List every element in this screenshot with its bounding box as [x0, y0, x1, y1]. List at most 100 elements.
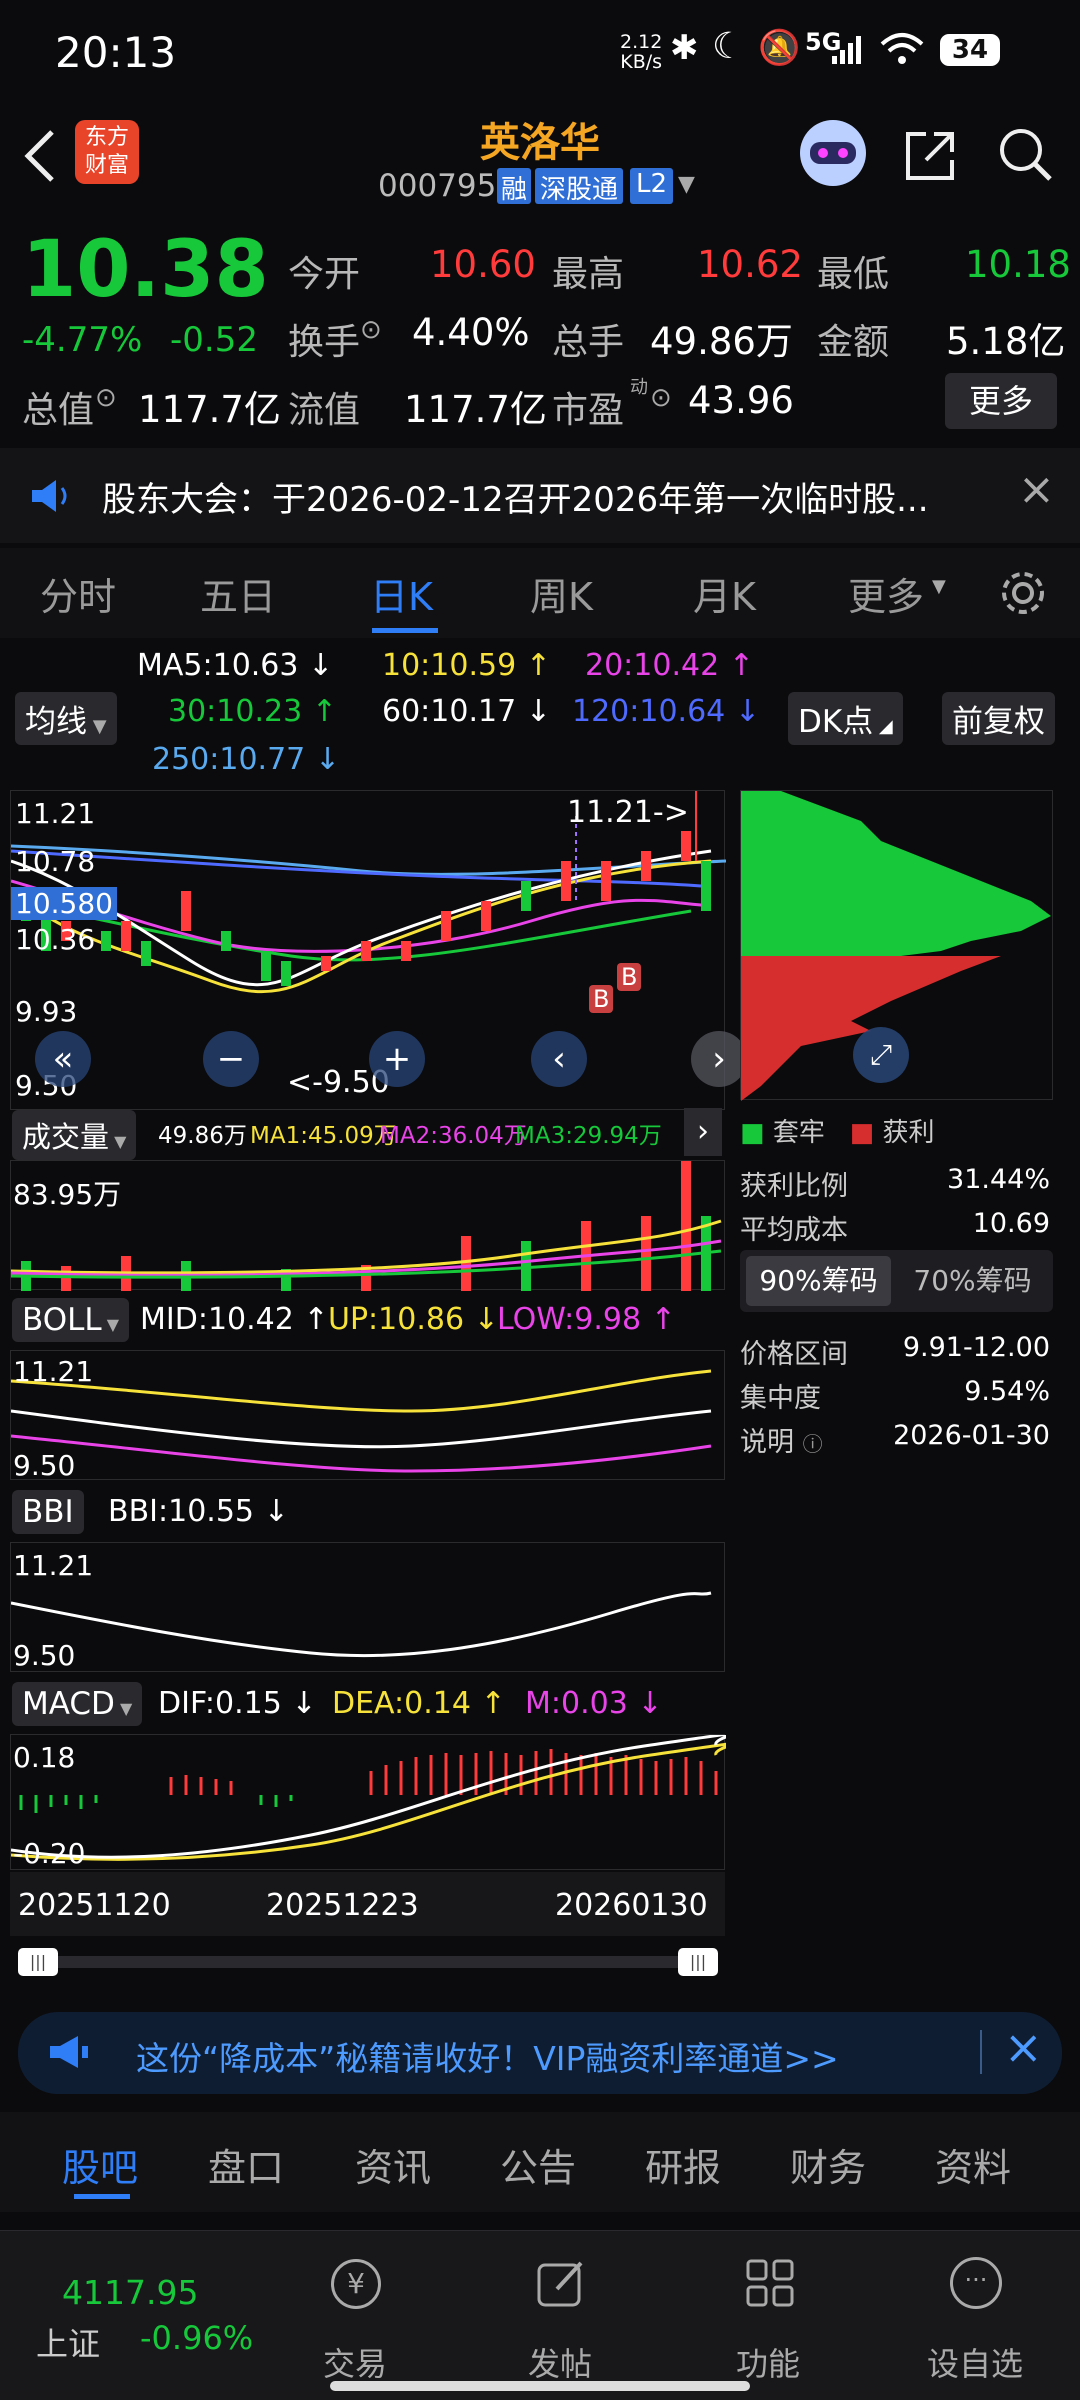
y-axis-mid1: 10.78 [15, 845, 96, 878]
tab-intraday[interactable]: 分时 [40, 566, 116, 621]
close-icon[interactable]: × [1018, 464, 1055, 515]
ma-toggle[interactable]: 均线 ▼ [15, 692, 117, 745]
ma30-label: 30:10.23 ↑ [168, 694, 337, 729]
search-icon[interactable] [995, 124, 1055, 184]
badge-l2[interactable]: L2 [630, 168, 674, 204]
range-slider-track[interactable] [18, 1956, 718, 1968]
mcap-value: 117.7亿 [138, 388, 281, 431]
status-time: 20:13 [55, 28, 177, 77]
expand-icon[interactable]: ⤢ [853, 1027, 909, 1083]
tab-indicator [74, 2194, 130, 2199]
more-dots-icon: ··· [950, 2257, 1002, 2309]
chip-distribution-chart[interactable]: ⤢ [740, 790, 1053, 1101]
bbi-line [11, 1591, 712, 1658]
float-value: 117.7亿 [404, 388, 547, 431]
pan-left-fast-icon[interactable]: « [35, 1031, 91, 1087]
index-change[interactable]: -0.96% [140, 2319, 253, 2357]
range-slider-right-handle[interactable]: ||| [678, 1948, 718, 1976]
pe-value: 43.96 [688, 379, 794, 422]
gear-icon[interactable] [998, 568, 1048, 618]
notice-bar[interactable]: 股东大会：于2026-02-12召开2026年第一次临时股... × [0, 448, 1080, 543]
volume-value: 49.86万 [650, 320, 793, 363]
nav-post[interactable]: 发帖 [500, 2251, 620, 2391]
nav-functions[interactable]: 功能 [708, 2251, 828, 2391]
buy-signal-badge: B [589, 985, 614, 1013]
more-button[interactable]: 更多 [945, 373, 1057, 429]
bbi-y-top: 11.21 [13, 1549, 94, 1582]
info-icon[interactable]: ⊙ [650, 383, 672, 413]
home-indicator [330, 2381, 750, 2391]
ma20-label: 20:10.42 ↑ [585, 648, 754, 683]
bbi-chart[interactable]: 11.21 9.50 [10, 1542, 725, 1672]
tab-order-book[interactable]: 盘口 [208, 2137, 284, 2192]
moon-icon: ☾ [712, 26, 745, 67]
yuan-icon: ¥ [331, 2259, 381, 2309]
content-tabs: 股吧 盘口 资讯 公告 研报 财务 资料 [0, 2112, 1080, 2212]
kline-chart[interactable]: 11.21 10.78 10.580 10.36 9.93 9.50 11.21… [10, 790, 747, 1110]
tab-forum[interactable]: 股吧 [62, 2137, 138, 2192]
tab-more[interactable]: 更多 [848, 566, 924, 621]
y-axis-mid2: 10.36 [15, 923, 96, 956]
tab-chip-90[interactable]: 90%筹码 [746, 1256, 891, 1306]
boll-y-bottom: 9.50 [13, 1449, 76, 1482]
tab-monthly-k[interactable]: 月K [693, 566, 756, 621]
kline-area: MA5:10.63 ↓ 10:10.59 ↑ 20:10.42 ↑ 均线 ▼ 3… [0, 640, 1080, 1976]
volume-indicator-select[interactable]: 成交量 ▼ [12, 1110, 137, 1160]
pan-left-icon[interactable]: ‹ [531, 1031, 587, 1087]
volume-ma1: MA1:45.09万 [250, 1123, 397, 1149]
low-label: 最低 [817, 254, 890, 295]
zoom-in-icon[interactable]: + [369, 1031, 425, 1087]
boll-indicator-select[interactable]: BOLL ▼ [12, 1298, 130, 1342]
y-axis-low1: 9.93 [15, 995, 78, 1028]
tab-weekly-k[interactable]: 周K [530, 566, 593, 621]
notice-text: 股东大会：于2026-02-12召开2026年第一次临时股... [102, 480, 929, 520]
promo-banner[interactable]: 这份“降成本”秘籍请收好！VIP融资利率通道>> × [18, 2012, 1062, 2094]
tab-daily-k[interactable]: 日K [370, 566, 433, 621]
tab-five-day[interactable]: 五日 [200, 566, 276, 621]
index-name[interactable]: 上证 [36, 2319, 100, 2365]
pan-right-icon[interactable]: › [691, 1031, 747, 1087]
tab-indicator [372, 628, 438, 633]
nav-add-watchlist[interactable]: ··· 设自选 [915, 2251, 1035, 2391]
last-price: 10.38 [22, 225, 269, 315]
chip-ratio-tabs: 90%筹码 70%筹码 [740, 1250, 1053, 1312]
tab-chip-70[interactable]: 70%筹码 [900, 1256, 1045, 1306]
ma5-label: MA5:10.63 ↓ [137, 648, 334, 683]
boll-mid: MID:10.42 ↑ [140, 1302, 329, 1337]
low-value: 10.18 [965, 243, 1071, 286]
net-speed: 2.12 KB/s [620, 31, 663, 73]
edit-icon [537, 2261, 583, 2307]
volume-label: 总手 [552, 322, 625, 363]
macd-chart[interactable]: 0.18 -0.20 [10, 1734, 726, 1870]
share-icon[interactable] [900, 126, 960, 186]
macd-indicator-select[interactable]: MACD ▼ [12, 1682, 143, 1726]
note-row[interactable]: 说明 ⓘ 2026-01-30 [740, 1420, 1050, 1459]
dk-button[interactable]: DK点 ◢ [788, 692, 903, 745]
index-value[interactable]: 4117.95 [62, 2273, 198, 2312]
expand-indicators-icon[interactable]: › [684, 1108, 722, 1156]
bottom-bar: 4117.95 上证 -0.96% ¥ 交易 发帖 功能 ··· 设自选 [0, 2230, 1080, 2400]
volume-value: 49.86万 [158, 1123, 247, 1149]
nav-trade[interactable]: ¥ 交易 [295, 2251, 415, 2391]
chip-legend: ■ 套牢 ■ 获利 [740, 1118, 935, 1148]
bbi-y-bottom: 9.50 [13, 1639, 76, 1672]
info-icon[interactable]: ⊙ [95, 383, 117, 413]
ai-assistant-icon[interactable] [800, 120, 866, 186]
chevron-down-icon[interactable]: ▼ [932, 576, 946, 597]
close-icon[interactable]: × [1004, 2020, 1043, 2074]
bbi-indicator-select[interactable]: BBI [12, 1490, 84, 1534]
boll-chart[interactable]: 11.21 9.50 [10, 1350, 725, 1482]
tab-news[interactable]: 资讯 [355, 2137, 431, 2192]
tab-research[interactable]: 研报 [645, 2137, 721, 2192]
tab-profile[interactable]: 资料 [935, 2137, 1011, 2192]
period-tabs: 分时 五日 日K 周K 月K 更多 ▼ [0, 548, 1080, 638]
volume-chart[interactable]: 83.95万 [10, 1160, 725, 1291]
tab-announcements[interactable]: 公告 [500, 2137, 576, 2192]
zoom-out-icon[interactable]: − [203, 1031, 259, 1087]
range-slider-left-handle[interactable]: ||| [18, 1948, 58, 1976]
info-icon[interactable]: ⊙ [360, 315, 382, 345]
avg-cost-row: 平均成本 10.69 [740, 1208, 1050, 1246]
adjust-button[interactable]: 前复权 [942, 692, 1055, 745]
chevron-down-icon[interactable]: ▼ [678, 172, 695, 197]
tab-finance[interactable]: 财务 [790, 2137, 866, 2192]
